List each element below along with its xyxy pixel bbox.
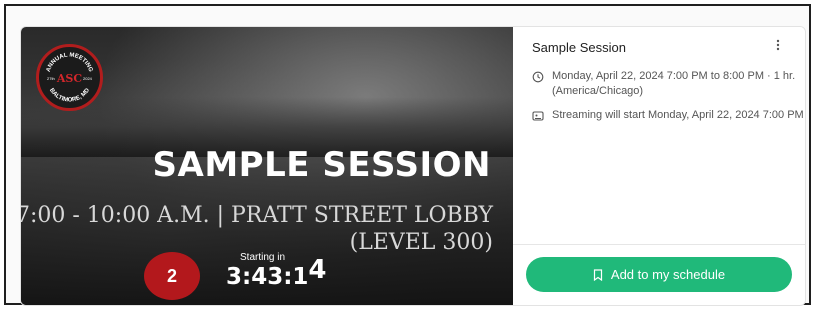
svg-text:BALTIMORE, MD: BALTIMORE, MD <box>48 87 91 104</box>
add-to-schedule-button[interactable]: Add to my schedule <box>526 257 792 292</box>
logo-top-text: ANNUAL MEETING <box>46 52 94 73</box>
logo-left-text: 27th <box>47 76 55 81</box>
streaming-info: Streaming will start Monday, April 22, 2… <box>552 109 804 121</box>
logo-bottom-text: BALTIMORE, MD <box>48 87 91 104</box>
session-details-panel: Sample Session Monday, April 22, 2024 7:… <box>513 27 805 305</box>
hero-level: (LEVEL 300) <box>349 230 493 255</box>
session-card: ANNUAL MEETING BALTIMORE, MD 27th 2024 A… <box>20 26 806 306</box>
add-to-schedule-label: Add to my schedule <box>610 267 726 282</box>
hero-title: SAMPLE SESSION <box>152 145 491 185</box>
session-hero-image: ANNUAL MEETING BALTIMORE, MD 27th 2024 A… <box>21 27 513 305</box>
hero-time-location: 7:00 - 10:00 A.M. | PRATT STREET LOBBY <box>21 203 493 228</box>
event-logo-graphic: ANNUAL MEETING BALTIMORE, MD 27th 2024 A… <box>46 52 94 104</box>
clock-icon <box>532 71 544 83</box>
svg-text:ANNUAL MEETING: ANNUAL MEETING <box>46 52 94 73</box>
panel-divider <box>513 244 805 245</box>
countdown-main: 3:43:1 <box>226 264 309 290</box>
event-logo: ANNUAL MEETING BALTIMORE, MD 27th 2024 A… <box>36 44 103 111</box>
streaming-icon <box>532 111 544 121</box>
step-number-badge: 2 <box>144 252 200 300</box>
streaming-row: Streaming will start Monday, April 22, 2… <box>532 108 804 140</box>
logo-monogram: ASC <box>56 72 82 85</box>
session-datetime-row: Monday, April 22, 2024 7:00 PM to 8:00 P… <box>532 69 795 101</box>
countdown-timer: 3:43:14 <box>226 255 327 291</box>
session-title: Sample Session <box>532 40 626 55</box>
logo-right-text: 2024 <box>83 76 93 81</box>
kebab-menu-icon[interactable] <box>773 39 783 54</box>
session-datetime: Monday, April 22, 2024 7:00 PM to 8:00 P… <box>552 70 796 97</box>
countdown-last-digit: 4 <box>308 255 327 285</box>
bookmark-icon <box>593 268 603 281</box>
